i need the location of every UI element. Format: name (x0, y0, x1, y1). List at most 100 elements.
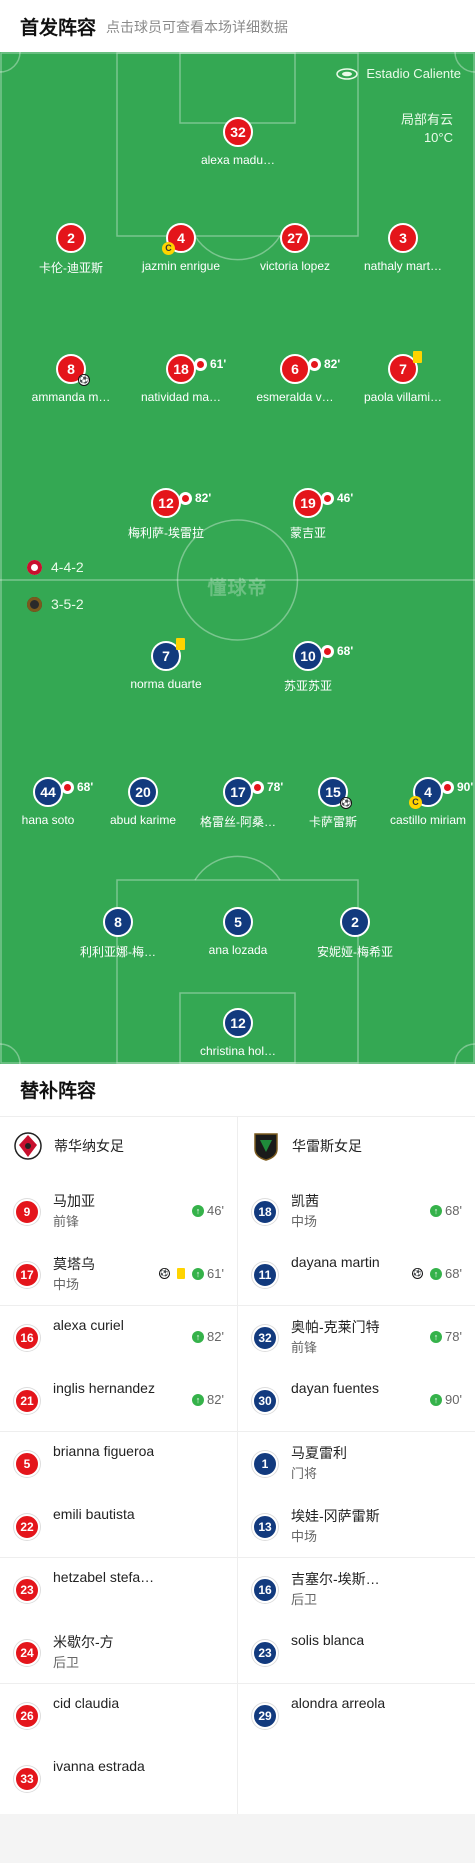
player-number: 18 61' (166, 354, 226, 384)
sub-in-event: ↑ 68' (430, 1203, 462, 1218)
substitution-event: 82' (308, 351, 340, 377)
player-marker[interactable]: 32 alexa madu… (183, 117, 293, 167)
substitute-row[interactable]: 11 dayana martin ⚽ ↑ 68' (238, 1243, 475, 1306)
substitute-position: 中场 (53, 1277, 80, 1292)
player-marker[interactable]: 3 nathaly mart… (348, 223, 458, 273)
substitute-row[interactable]: 30 dayan fuentes ↑ 90' (238, 1369, 475, 1432)
player-marker[interactable]: 5 ana lozada (183, 907, 293, 957)
captain-icon: C (409, 796, 422, 809)
player-name: 梅利萨-埃雷拉 (128, 526, 204, 540)
substitute-number: 23 (14, 1577, 40, 1603)
subs-title: 替补阵容 (20, 1081, 97, 1102)
substitute-position: 中场 (291, 1529, 318, 1544)
substitute-number: 9 (14, 1199, 40, 1225)
player-marker[interactable]: 8 利利亚娜-梅… (63, 907, 173, 960)
player-marker[interactable]: 4 C jazmin enrigue (126, 223, 236, 273)
substitute-row[interactable]: 1 马夏雷利 门将 (238, 1432, 475, 1495)
home-team-badge-icon (27, 559, 42, 575)
pitch: Estadio Caliente 局部有云 10°C 懂球帝 4-4-2 3-5… (0, 52, 475, 1064)
player-marker[interactable]: 10 68' 苏亚苏亚 (253, 641, 363, 694)
goal-ball-icon: ⚽ (340, 797, 352, 809)
substitute-number: 5 (14, 1451, 40, 1477)
substitute-name: 莫塔乌 (53, 1256, 95, 1272)
player-name: christina hol… (199, 1044, 277, 1058)
sub-in-time: 61' (207, 1266, 224, 1281)
player-name: 卡伦-迪亚斯 (39, 261, 103, 275)
player-number: 7 (388, 351, 422, 384)
sub-in-time: 68' (445, 1203, 462, 1218)
substitute-name: cid claudia (53, 1695, 120, 1711)
substitute-row[interactable]: 23 hetzabel stefa… (0, 1558, 237, 1621)
sub-in-event: ↑ 82' (192, 1392, 224, 1407)
sub-out-icon (321, 644, 334, 658)
substitute-name: dayana martin (291, 1254, 380, 1270)
substitute-position: 前锋 (291, 1340, 318, 1355)
substitute-name: dayan fuentes (291, 1380, 379, 1396)
player-name: ammanda m… (31, 390, 111, 404)
player-marker[interactable]: 8 ⚽ ammanda m… (16, 354, 126, 404)
player-name: jazmin enrigue (141, 259, 221, 273)
substitution-event: 68' (321, 638, 353, 664)
player-marker[interactable]: 18 61' natividad ma… (126, 354, 236, 404)
substitution-event: 61' (194, 351, 226, 377)
substitute-row[interactable]: 9 马加亚 前锋 ↑ 46' (0, 1180, 237, 1243)
substitute-row[interactable]: 13 埃娃-冈萨雷斯 中场 (238, 1495, 475, 1558)
sub-in-arrow-icon: ↑ (192, 1267, 205, 1280)
substitute-number: 26 (14, 1703, 40, 1729)
player-number: 15 ⚽ (318, 777, 352, 809)
substitute-row[interactable]: 29 alondra arreola (238, 1684, 475, 1747)
substitute-row[interactable]: 17 莫塔乌 中场 ⚽ ↑ 61' (0, 1243, 237, 1306)
player-marker[interactable]: 2 安妮娅-梅希亚 (300, 907, 410, 960)
player-marker[interactable]: 19 46' 蒙吉亚 (253, 488, 363, 541)
substitute-number: 29 (252, 1703, 278, 1729)
substitute-row[interactable]: 23 solis blanca (238, 1621, 475, 1684)
player-marker[interactable]: 20 abud karime (88, 777, 198, 827)
player-number: 5 (223, 907, 253, 937)
player-number: 20 (128, 777, 158, 807)
substitute-row[interactable]: 18 凯茜 中场 ↑ 68' (238, 1180, 475, 1243)
player-marker[interactable]: 7 paola villami… (348, 351, 458, 404)
sub-in-event: ↑ 46' (192, 1203, 224, 1218)
sub-in-arrow-icon: ↑ (430, 1393, 443, 1406)
away-team-header[interactable]: 华雷斯女足 (252, 1131, 362, 1161)
player-marker[interactable]: 12 82' 梅利萨-埃雷拉 (111, 488, 221, 541)
substitute-name: emili bautista (53, 1506, 135, 1522)
substitute-number: 24 (14, 1640, 40, 1666)
substitute-row[interactable]: 16 吉塞尔-埃斯… 后卫 (238, 1558, 475, 1621)
player-marker[interactable]: 27 victoria lopez (240, 223, 350, 273)
player-marker[interactable]: 15 ⚽ 卡萨雷斯 (278, 777, 388, 830)
substitute-name: inglis hernandez (53, 1380, 155, 1396)
substitute-number: 23 (252, 1640, 278, 1666)
substitute-row[interactable]: 22 emili bautista (0, 1495, 237, 1558)
substitute-number: 13 (252, 1514, 278, 1540)
player-marker[interactable]: 17 78' 格雷丝-阿桑… (183, 777, 293, 830)
substitute-row[interactable]: 24 米歇尔-方 后卫 (0, 1621, 237, 1684)
substitute-name: alexa curiel (53, 1317, 124, 1333)
substitute-number: 32 (252, 1325, 278, 1351)
substitute-name: alondra arreola (291, 1695, 386, 1711)
player-marker[interactable]: 4 C 90' castillo miriam (373, 777, 475, 827)
substitute-row[interactable]: 16 alexa curiel ↑ 82' (0, 1306, 237, 1369)
player-number: 32 (223, 117, 253, 147)
substitute-number: 11 (252, 1262, 278, 1288)
player-marker[interactable]: 6 82' esmeralda v… (240, 354, 350, 404)
player-marker[interactable]: 2 卡伦-迪亚斯 (16, 223, 126, 276)
substitute-row[interactable]: 21 inglis hernandez ↑ 82' (0, 1369, 237, 1432)
player-marker[interactable]: 7 norma duarte (111, 638, 221, 691)
yellow-card-icon (413, 351, 422, 363)
substitute-row[interactable]: 5 brianna figueroa (0, 1432, 237, 1495)
home-team-header[interactable]: 蒂华纳女足 (14, 1131, 124, 1161)
substitution-event: 82' (179, 485, 211, 511)
substitute-number: 17 (14, 1262, 40, 1288)
substitute-row[interactable]: 26 cid claudia (0, 1684, 237, 1747)
yellow-card-icon (176, 638, 185, 650)
sub-in-time: 82' (207, 1392, 224, 1407)
weather-text: 局部有云 (400, 112, 453, 127)
substitute-row[interactable]: 33 ivanna estrada (0, 1747, 237, 1810)
player-name: 利利亚娜-梅… (80, 945, 156, 959)
sub-in-arrow-icon: ↑ (430, 1204, 443, 1217)
substitute-row[interactable]: 32 奥帕-克莱门特 前锋 ↑ 78' (238, 1306, 475, 1369)
substitute-name: solis blanca (291, 1632, 365, 1648)
substitute-number: 16 (252, 1577, 278, 1603)
player-marker[interactable]: 12 christina hol… (183, 1008, 293, 1058)
